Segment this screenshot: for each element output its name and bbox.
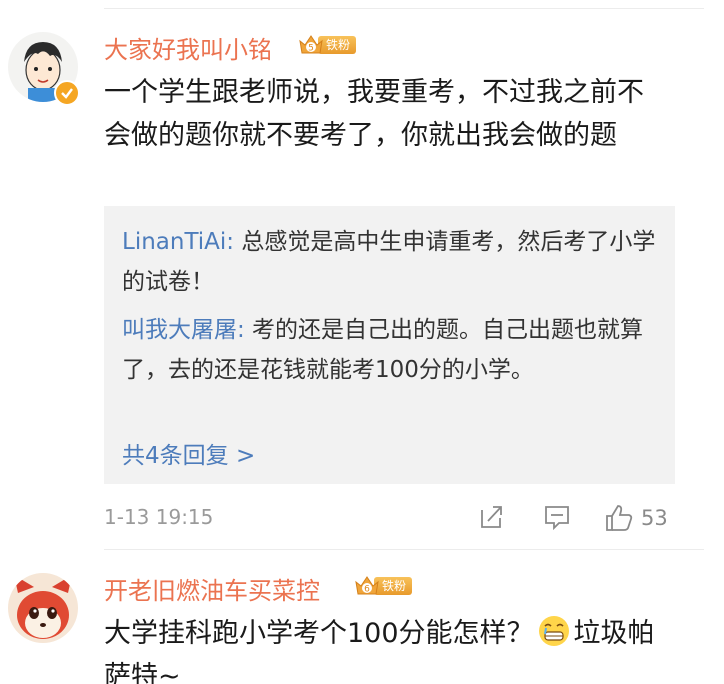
- share-button[interactable]: [476, 502, 506, 532]
- top-divider: [104, 8, 704, 9]
- fan-level: 6: [364, 585, 370, 595]
- reply-box[interactable]: LinanTiAi: 总感觉是高中生申请重考，然后考了小学的试卷！ 叫我大屠屠:…: [104, 206, 675, 484]
- thumbs-up-icon: [606, 505, 633, 531]
- fan-badge[interactable]: 5 铁粉: [298, 33, 357, 57]
- reply: LinanTiAi: 总感觉是高中生申请重考，然后考了小学的试卷！: [122, 222, 662, 302]
- comment-username[interactable]: 大家好我叫小铭: [104, 30, 272, 65]
- comment-timestamp: 1-13 19:15: [104, 505, 214, 529]
- comment-username[interactable]: 开老旧燃油车买菜控: [104, 571, 320, 606]
- comment-text: 一个学生跟老师说，我要重考，不过我之前不会做的题你就不要考了，你就出我会做的题: [104, 77, 644, 151]
- fan-level: 5: [308, 44, 314, 54]
- like-count: 53: [641, 506, 668, 530]
- comment-divider: [104, 549, 704, 550]
- reply-author[interactable]: 叫我大屠屠:: [122, 317, 245, 343]
- more-replies-link[interactable]: 共4条回复 >: [122, 436, 255, 470]
- share-icon: [481, 506, 502, 528]
- reply-author[interactable]: LinanTiAi:: [122, 229, 234, 255]
- comment-button[interactable]: [542, 502, 572, 532]
- crown-icon: 6: [355, 576, 379, 595]
- like-button[interactable]: 53: [603, 502, 668, 534]
- crown-icon: 5: [299, 35, 323, 54]
- comment-icon: [545, 506, 569, 531]
- reply: 叫我大屠屠: 考的还是自己出的题。自己出题也就算了，去的还是花钱就能考100分的…: [122, 310, 662, 390]
- comment-text: 大学挂科跑小学考个100分能怎样？ 垃圾帕萨特~: [104, 612, 664, 684]
- fan-badge[interactable]: 6 铁粉: [354, 574, 413, 598]
- grimace-emoji-icon: [538, 616, 569, 646]
- avatar[interactable]: [8, 573, 78, 643]
- verified-badge-icon: [54, 80, 80, 106]
- comment-text-part: 大学挂科跑小学考个100分能怎样？: [104, 618, 534, 649]
